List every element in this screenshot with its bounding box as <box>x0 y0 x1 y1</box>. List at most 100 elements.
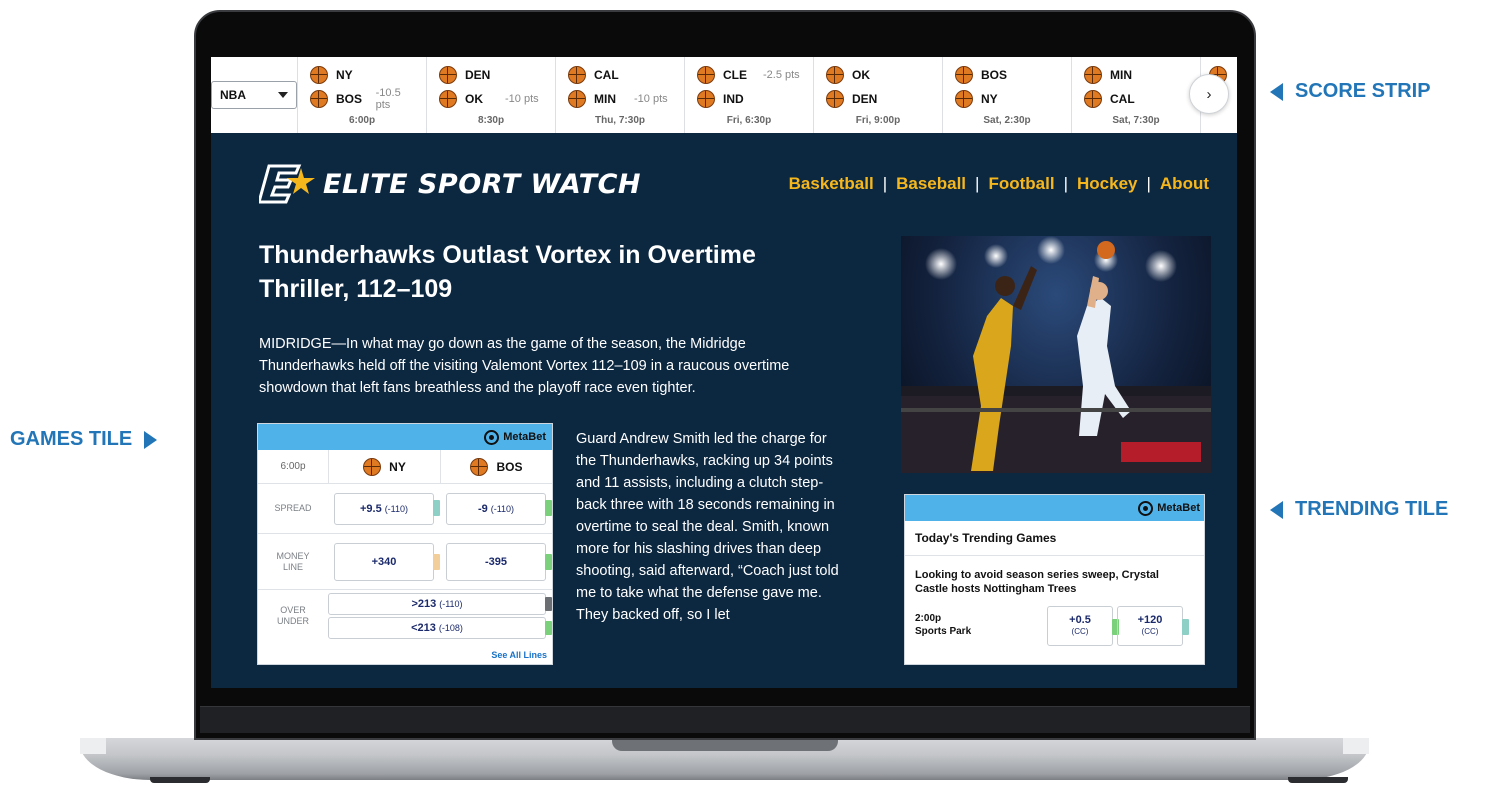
basketball-icon <box>697 90 715 108</box>
spread-home-cell[interactable]: -9 (-110) <box>446 492 552 525</box>
chevron-right-icon: › <box>1206 85 1212 103</box>
basketball-icon <box>568 90 586 108</box>
see-all-lines-link[interactable]: See All Lines <box>491 650 547 660</box>
callout-score-strip-label: SCORE STRIP <box>1295 80 1431 102</box>
score-game-home: NY <box>955 87 1063 111</box>
trending-line-cell[interactable]: +120 (CC) <box>1117 606 1189 646</box>
score-game-away: MIN <box>1084 63 1192 87</box>
away-team: MIN <box>1110 68 1132 82</box>
site-logo[interactable]: ELITE SPORT WATCH <box>259 160 641 208</box>
game-time: Sat, 2:30p <box>983 115 1031 126</box>
trending-tile: MetaBet Today's Trending Games Looking t… <box>904 494 1205 665</box>
moneyline-row: MONEY LINE +340 -395 <box>258 534 552 590</box>
nav-link-hockey[interactable]: Hockey <box>1077 174 1137 194</box>
score-game[interactable]: OK DEN Fri, 9:00p <box>814 57 943 133</box>
nav-link-baseball[interactable]: Baseball <box>896 174 966 194</box>
basketball-icon <box>955 90 973 108</box>
score-game-home: OK -10 pts <box>439 87 547 111</box>
metabet-brand-label: MetaBet <box>503 431 546 443</box>
away-spread: -2.5 pts <box>763 69 800 81</box>
nav-link-football[interactable]: Football <box>988 174 1054 194</box>
metabet-brand-label: MetaBet <box>1157 502 1200 514</box>
score-game[interactable]: NY BOS -10.5 pts 6:00p <box>298 57 427 133</box>
home-team: IND <box>723 92 744 106</box>
sportsbook-tag-icon <box>545 621 552 635</box>
spread-away-cell[interactable]: +9.5 (-110) <box>334 492 440 525</box>
away-team: CAL <box>594 68 619 82</box>
score-strip-next-button[interactable]: › <box>1189 74 1229 114</box>
basketball-icon <box>568 66 586 84</box>
games-tile-teams: 6:00p NY BOS <box>258 450 552 484</box>
laptop-base-edge <box>80 738 106 754</box>
article-photo <box>901 236 1211 473</box>
nav-link-basketball[interactable]: Basketball <box>789 174 874 194</box>
away-team: NY <box>336 68 353 82</box>
over-under-row: OVER UNDER >213 (-110) <213 (-108) <box>258 590 552 642</box>
basketball-icon <box>1084 66 1102 84</box>
over-odds: (-110) <box>439 599 463 609</box>
game-time: 6:00p <box>348 115 376 126</box>
metabet-logo-icon <box>1138 500 1154 516</box>
sportsbook-tag-icon <box>433 499 440 516</box>
over-cell[interactable]: >213 (-110) <box>328 593 552 615</box>
callout-trending-tile: TRENDING TILE <box>1270 498 1448 521</box>
moneyline-home-value: -395 <box>484 555 508 568</box>
away-team: CLE <box>723 68 747 82</box>
under-cell[interactable]: <213 (-108) <box>328 617 552 639</box>
basketball-icon <box>310 90 328 108</box>
over-value: >213 <box>411 598 437 610</box>
score-game[interactable]: BOS NY Sat, 2:30p <box>943 57 1072 133</box>
score-game-away: DEN <box>439 63 547 87</box>
home-spread: -10.5 pts <box>375 87 401 111</box>
score-game-home: MIN -10 pts <box>568 87 676 111</box>
moneyline-label: MONEY LINE <box>258 551 328 573</box>
league-select[interactable]: NBA <box>211 81 297 109</box>
score-game-away: CLE -2.5 pts <box>697 63 805 87</box>
trending-line-cell[interactable]: +0.5 (CC) <box>1047 606 1119 646</box>
score-game[interactable]: DEN OK -10 pts 8:30p <box>427 57 556 133</box>
games-tile-header: MetaBet <box>258 424 552 450</box>
over-under-label-2: UNDER <box>276 616 309 626</box>
moneyline-home-cell[interactable]: -395 <box>446 542 552 581</box>
game-time: 6:00p <box>280 461 306 472</box>
spread-away-odds: (-110) <box>384 503 409 514</box>
spread-home-odds: (-110) <box>490 503 515 514</box>
callout-games-tile: GAMES TILE <box>10 428 158 451</box>
nav-separator: | <box>975 174 980 193</box>
under-odds: (-108) <box>438 623 463 633</box>
site-name: ELITE SPORT WATCH <box>323 168 641 200</box>
moneyline-label-1: MONEY <box>276 550 310 561</box>
callout-score-strip: SCORE STRIP <box>1270 80 1431 103</box>
score-game-away: BOS <box>955 63 1063 87</box>
over-under-label-1: OVER <box>280 605 306 615</box>
trending-game-info: 2:00p Sports Park <box>915 612 971 638</box>
article-lede: MIDRIDGE—In what may go down as the game… <box>259 336 790 396</box>
basketball-icon <box>310 66 328 84</box>
trending-line-book: (CC) <box>1141 627 1159 636</box>
metabet-brand[interactable]: MetaBet <box>1138 500 1200 516</box>
under-value: <213 <box>411 622 436 634</box>
score-game[interactable]: CAL MIN -10 pts Thu, 7:30p <box>556 57 685 133</box>
home-spread: -10 pts <box>634 93 668 105</box>
spread-home-value: -9 <box>477 502 488 515</box>
metabet-brand[interactable]: MetaBet <box>484 429 546 445</box>
game-time: Sat, 7:30p <box>1112 115 1160 126</box>
sportsbook-tag-icon <box>433 553 440 570</box>
nav-separator: | <box>882 174 888 193</box>
nav-link-about[interactable]: About <box>1160 174 1209 194</box>
score-game[interactable]: MIN CAL Sat, 7:30p <box>1072 57 1201 133</box>
basketball-action-image <box>901 236 1211 473</box>
arrow-right-icon <box>144 430 158 449</box>
moneyline-away-cell[interactable]: +340 <box>334 542 440 581</box>
article-body: Guard Andrew Smith led the charge for th… <box>576 431 839 623</box>
trending-story-link[interactable]: Looking to avoid season series sweep, Cr… <box>905 556 1204 596</box>
score-game-away: CAL <box>568 63 676 87</box>
away-team: BOS <box>981 68 1008 82</box>
team-away[interactable]: NY <box>328 450 440 483</box>
score-game[interactable]: CLE -2.5 pts IND Fri, 6:30p <box>685 57 814 133</box>
team-away-label: NY <box>389 459 406 474</box>
home-team: BOS <box>336 92 363 106</box>
team-home[interactable]: BOS <box>440 450 552 483</box>
laptop-chin <box>200 706 1250 733</box>
game-time: Fri, 6:30p <box>726 115 772 126</box>
